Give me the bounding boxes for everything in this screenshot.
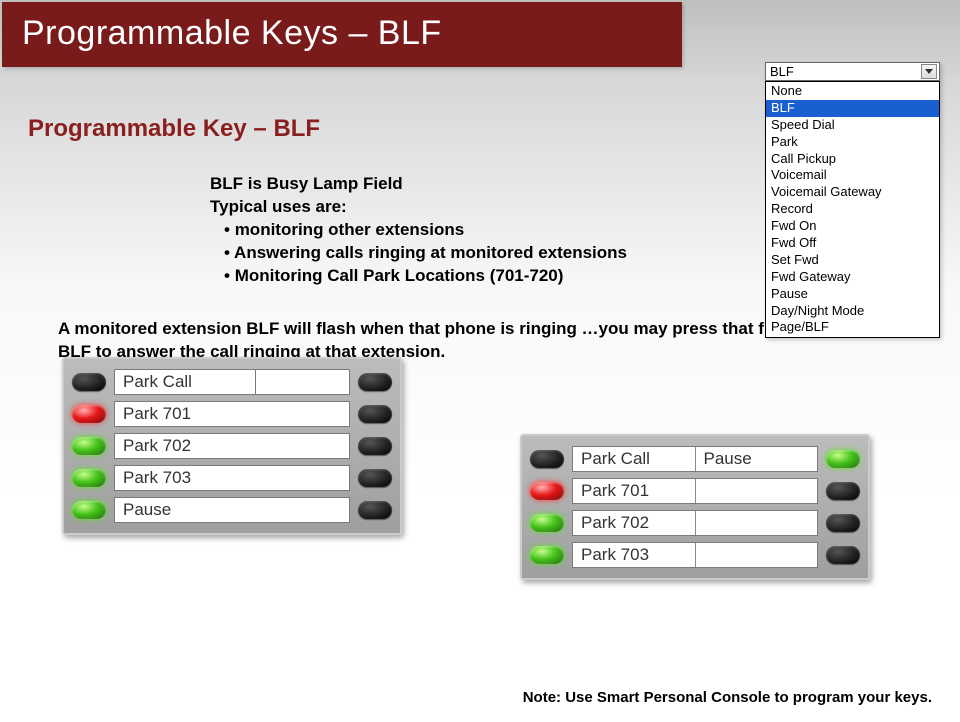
key-label: [696, 479, 818, 503]
lamp-icon: [72, 469, 106, 487]
phone-keys-panel-left: Park Call Park 701 Park 702 Park 703 Pau…: [62, 357, 402, 535]
lamp-icon: [72, 437, 106, 455]
chevron-down-icon[interactable]: [921, 64, 937, 79]
lamp-icon: [530, 450, 564, 468]
dropdown-option[interactable]: Day/Night Mode: [766, 303, 939, 320]
lamp-icon: [530, 482, 564, 500]
dropdown-selected-label: BLF: [770, 64, 794, 79]
phone-keys-panel-right: Park CallPausePark 701Park 702Park 703: [520, 434, 870, 580]
dropdown-option[interactable]: Call Pickup: [766, 151, 939, 168]
key-label: Park 701: [114, 401, 350, 427]
dropdown-option[interactable]: Set Fwd: [766, 252, 939, 269]
lamp-icon: [358, 469, 392, 487]
dropdown-option[interactable]: Record: [766, 201, 939, 218]
body-line-1: BLF is Busy Lamp Field: [210, 173, 730, 196]
key-label: Pause: [114, 497, 350, 523]
lamp-icon: [358, 373, 392, 391]
dropdown-option[interactable]: BLF: [766, 100, 939, 117]
key-type-dropdown[interactable]: BLF NoneBLFSpeed DialParkCall PickupVoic…: [765, 62, 940, 338]
key-label: Park 701: [573, 479, 696, 503]
dropdown-option[interactable]: Voicemail Gateway: [766, 184, 939, 201]
lamp-icon: [358, 501, 392, 519]
key-row: Pause: [72, 495, 392, 525]
bullet-item: monitoring other extensions: [210, 219, 730, 242]
dropdown-option[interactable]: Pause: [766, 286, 939, 303]
dropdown-option[interactable]: Speed Dial: [766, 117, 939, 134]
key-row: Park CallPause: [530, 444, 860, 474]
key-row: Park 702: [72, 431, 392, 461]
key-label: Park Call: [114, 369, 256, 395]
dropdown-option[interactable]: None: [766, 83, 939, 100]
page-title: Programmable Keys – BLF: [2, 2, 682, 67]
footer-note: Note: Use Smart Personal Console to prog…: [523, 689, 932, 706]
dropdown-option[interactable]: Fwd Gateway: [766, 269, 939, 286]
key-label: Park 703: [573, 543, 696, 567]
key-label: [696, 511, 818, 535]
key-row: Park 703: [530, 540, 860, 570]
lamp-icon: [530, 546, 564, 564]
dropdown-option[interactable]: Page/BLF: [766, 319, 939, 336]
key-row: Park 701: [72, 399, 392, 429]
lamp-icon: [72, 373, 106, 391]
key-label: Park 703: [114, 465, 350, 491]
lamp-icon: [826, 450, 860, 468]
key-row: Park Call: [72, 367, 392, 397]
key-label: [256, 369, 350, 395]
dropdown-option[interactable]: Voicemail: [766, 167, 939, 184]
dropdown-option[interactable]: Park: [766, 134, 939, 151]
dropdown-selected[interactable]: BLF: [765, 62, 940, 81]
body-text: BLF is Busy Lamp Field Typical uses are:…: [210, 173, 730, 288]
body-bullets: monitoring other extensions Answering ca…: [210, 219, 730, 288]
lamp-icon: [72, 501, 106, 519]
key-label: Park 702: [114, 433, 350, 459]
lamp-icon: [358, 437, 392, 455]
key-label: Park Call: [573, 447, 696, 471]
bullet-item: Monitoring Call Park Locations (701-720): [210, 265, 730, 288]
lamp-icon: [72, 405, 106, 423]
lamp-icon: [358, 405, 392, 423]
key-label: Park 702: [573, 511, 696, 535]
dropdown-list[interactable]: NoneBLFSpeed DialParkCall PickupVoicemai…: [765, 81, 940, 338]
key-row: Park 701: [530, 476, 860, 506]
dropdown-option[interactable]: Fwd Off: [766, 235, 939, 252]
key-row: Park 703: [72, 463, 392, 493]
lamp-icon: [530, 514, 564, 532]
key-label: Pause: [696, 447, 818, 471]
body-line-2: Typical uses are:: [210, 196, 730, 219]
key-row: Park 702: [530, 508, 860, 538]
lamp-icon: [826, 482, 860, 500]
key-label: [696, 543, 818, 567]
bullet-item: Answering calls ringing at monitored ext…: [210, 242, 730, 265]
dropdown-option[interactable]: Fwd On: [766, 218, 939, 235]
lamp-icon: [826, 546, 860, 564]
lamp-icon: [826, 514, 860, 532]
